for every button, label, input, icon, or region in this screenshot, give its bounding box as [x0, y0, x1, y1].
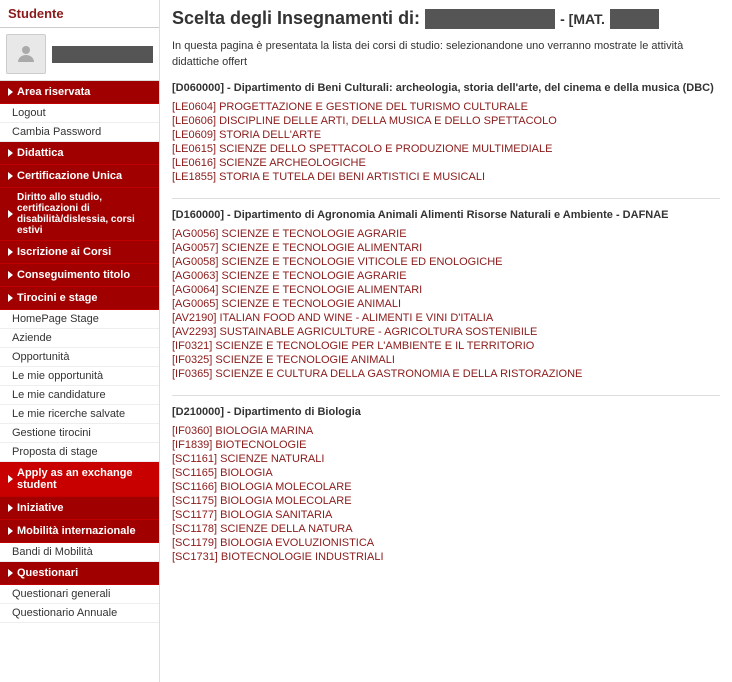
- sidebar-item-diritto-studio[interactable]: Diritto allo studio, certificazioni di d…: [0, 188, 159, 241]
- sidebar-subitem-le-mie-opportunita[interactable]: Le mie opportunità: [0, 367, 159, 386]
- arrow-icon: [8, 88, 13, 96]
- user-section: [0, 28, 159, 81]
- course-link-LE0609[interactable]: [LE0609] STORIA DELL'ARTE: [172, 128, 720, 142]
- page-title: Scelta degli Insegnamenti di: - [MAT.: [172, 8, 659, 29]
- course-link-SC1165[interactable]: [SC1165] BIOLOGIA: [172, 466, 720, 480]
- course-link-SC1731[interactable]: [SC1731] BIOTECNOLOGIE INDUSTRIALI: [172, 550, 720, 564]
- course-link-IF1839[interactable]: [IF1839] BIOTECNOLOGIE: [172, 438, 720, 452]
- sidebar-item-label: Iniziative: [17, 502, 63, 514]
- arrow-icon: [8, 504, 13, 512]
- sidebar-item-label: Mobilità internazionale: [17, 525, 136, 537]
- course-link-IF0365[interactable]: [IF0365] SCIENZE E CULTURA DELLA GASTRON…: [172, 367, 720, 381]
- course-link-LE1855[interactable]: [LE1855] STORIA E TUTELA DEI BENI ARTIST…: [172, 170, 720, 184]
- sidebar-item-label: Questionari: [17, 567, 78, 579]
- department-block-D210000: [D210000] - Dipartimento di Biologia [IF…: [172, 404, 720, 564]
- arrow-icon: [8, 172, 13, 180]
- course-link-IF0360[interactable]: [IF0360] BIOLOGIA MARINA: [172, 424, 720, 438]
- course-link-SC1177[interactable]: [SC1177] BIOLOGIA SANITARIA: [172, 508, 720, 522]
- sidebar-item-apply-exchange[interactable]: Apply as an exchange student: [0, 462, 159, 497]
- arrow-icon: [8, 210, 13, 218]
- sidebar-item-iniziative[interactable]: Iniziative: [0, 497, 159, 520]
- arrow-icon: [8, 149, 13, 157]
- department-header-D160000: [D160000] - Dipartimento di Agronomia An…: [172, 207, 720, 223]
- dept-divider-1: [172, 198, 720, 199]
- department-block-D160000: [D160000] - Dipartimento di Agronomia An…: [172, 207, 720, 381]
- course-link-AG0056[interactable]: [AG0056] SCIENZE E TECNOLOGIE AGRARIE: [172, 227, 720, 241]
- main-content: Scelta degli Insegnamenti di: - [MAT. In…: [160, 0, 732, 682]
- sidebar-subitem-bandi-mobilita[interactable]: Bandi di Mobilità: [0, 543, 159, 562]
- course-link-LE0616[interactable]: [LE0616] SCIENZE ARCHEOLOGICHE: [172, 156, 720, 170]
- arrow-icon: [8, 271, 13, 279]
- course-link-SC1179[interactable]: [SC1179] BIOLOGIA EVOLUZIONISTICA: [172, 536, 720, 550]
- avatar: [6, 34, 46, 74]
- course-link-AG0064[interactable]: [AG0064] SCIENZE E TECNOLOGIE ALIMENTARI: [172, 283, 720, 297]
- sidebar-item-iscrizione-corsi[interactable]: Iscrizione ai Corsi: [0, 241, 159, 264]
- sidebar-item-label: Tirocini e stage: [17, 292, 98, 304]
- sidebar-subitem-questionario-annuale[interactable]: Questionario Annuale: [0, 604, 159, 623]
- department-header-D060000: [D060000] - Dipartimento di Beni Cultura…: [172, 80, 720, 96]
- sidebar-subitem-opportunita[interactable]: Opportunità: [0, 348, 159, 367]
- sidebar-subitem-ricerche-salvate[interactable]: Le mie ricerche salvate: [0, 405, 159, 424]
- department-block-D060000: [D060000] - Dipartimento di Beni Cultura…: [172, 80, 720, 184]
- sidebar: Studente Area riservata Logout Cambia Pa…: [0, 0, 160, 682]
- course-link-IF0321[interactable]: [IF0321] SCIENZE E TECNOLOGIE PER L'AMBI…: [172, 339, 720, 353]
- sidebar-title: Studente: [8, 6, 64, 21]
- department-header-D210000: [D210000] - Dipartimento di Biologia: [172, 404, 720, 420]
- title-prefix: Scelta degli Insegnamenti di:: [172, 8, 420, 28]
- sidebar-item-label: Diritto allo studio, certificazioni di d…: [17, 192, 151, 236]
- course-link-AG0065[interactable]: [AG0065] SCIENZE E TECNOLOGIE ANIMALI: [172, 297, 720, 311]
- mat-label: - [MAT.: [560, 11, 605, 27]
- course-link-SC1166[interactable]: [SC1166] BIOLOGIA MOLECOLARE: [172, 480, 720, 494]
- arrow-icon: [8, 527, 13, 535]
- sidebar-item-label: Conseguimento titolo: [17, 269, 130, 281]
- sidebar-item-conseguimento-titolo[interactable]: Conseguimento titolo: [0, 264, 159, 287]
- sidebar-subitem-homepage-stage[interactable]: HomePage Stage: [0, 310, 159, 329]
- sidebar-item-label: Certificazione Unica: [17, 170, 122, 182]
- arrow-icon: [8, 248, 13, 256]
- sidebar-subitem-cambia-password[interactable]: Cambia Password: [0, 123, 159, 142]
- course-link-AG0057[interactable]: [AG0057] SCIENZE E TECNOLOGIE ALIMENTARI: [172, 241, 720, 255]
- course-link-IF0325[interactable]: [IF0325] SCIENZE E TECNOLOGIE ANIMALI: [172, 353, 720, 367]
- sidebar-subitem-proposta-stage[interactable]: Proposta di stage: [0, 443, 159, 462]
- username-display: [52, 46, 153, 63]
- course-link-LE0606[interactable]: [LE0606] DISCIPLINE DELLE ARTI, DELLA MU…: [172, 114, 720, 128]
- course-link-SC1161[interactable]: [SC1161] SCIENZE NATURALI: [172, 452, 720, 466]
- course-link-SC1175[interactable]: [SC1175] BIOLOGIA MOLECOLARE: [172, 494, 720, 508]
- sidebar-item-didattica[interactable]: Didattica: [0, 142, 159, 165]
- student-name-placeholder: [425, 9, 555, 29]
- arrow-icon: [8, 294, 13, 302]
- sidebar-subitem-le-mie-candidature[interactable]: Le mie candidature: [0, 386, 159, 405]
- course-link-AV2190[interactable]: [AV2190] ITALIAN FOOD AND WINE - ALIMENT…: [172, 311, 720, 325]
- sidebar-header: Studente: [0, 0, 159, 28]
- sidebar-item-area-riservata[interactable]: Area riservata: [0, 81, 159, 104]
- dept-divider-2: [172, 395, 720, 396]
- course-link-AG0058[interactable]: [AG0058] SCIENZE E TECNOLOGIE VITICOLE E…: [172, 255, 720, 269]
- sidebar-item-mobilita-internazionale[interactable]: Mobilità internazionale: [0, 520, 159, 543]
- course-link-LE0615[interactable]: [LE0615] SCIENZE DELLO SPETTACOLO E PROD…: [172, 142, 720, 156]
- course-link-LE0604[interactable]: [LE0604] PROGETTAZIONE E GESTIONE DEL TU…: [172, 100, 720, 114]
- sidebar-item-questionari[interactable]: Questionari: [0, 562, 159, 585]
- sidebar-subitem-logout[interactable]: Logout: [0, 104, 159, 123]
- sidebar-item-label: Didattica: [17, 147, 63, 159]
- arrow-icon: [8, 475, 13, 483]
- sidebar-item-label: Area riservata: [17, 86, 90, 98]
- sidebar-subitem-aziende[interactable]: Aziende: [0, 329, 159, 348]
- sidebar-item-tirocini-stage[interactable]: Tirocini e stage: [0, 287, 159, 310]
- course-link-SC1178[interactable]: [SC1178] SCIENZE DELLA NATURA: [172, 522, 720, 536]
- sidebar-subitem-gestione-tirocini[interactable]: Gestione tirocini: [0, 424, 159, 443]
- page-description: In questa pagina è presentata la lista d…: [172, 39, 720, 70]
- sidebar-item-label: Iscrizione ai Corsi: [17, 246, 111, 258]
- sidebar-item-certificazione-unica[interactable]: Certificazione Unica: [0, 165, 159, 188]
- sidebar-item-label: Apply as an exchange student: [17, 467, 151, 491]
- mat-value: [610, 9, 659, 29]
- arrow-icon: [8, 569, 13, 577]
- page-title-row: Scelta degli Insegnamenti di: - [MAT.: [172, 8, 720, 35]
- sidebar-subitem-questionari-generali[interactable]: Questionari generali: [0, 585, 159, 604]
- course-link-AV2293[interactable]: [AV2293] SUSTAINABLE AGRICULTURE - AGRIC…: [172, 325, 720, 339]
- course-link-AG0063[interactable]: [AG0063] SCIENZE E TECNOLOGIE AGRARIE: [172, 269, 720, 283]
